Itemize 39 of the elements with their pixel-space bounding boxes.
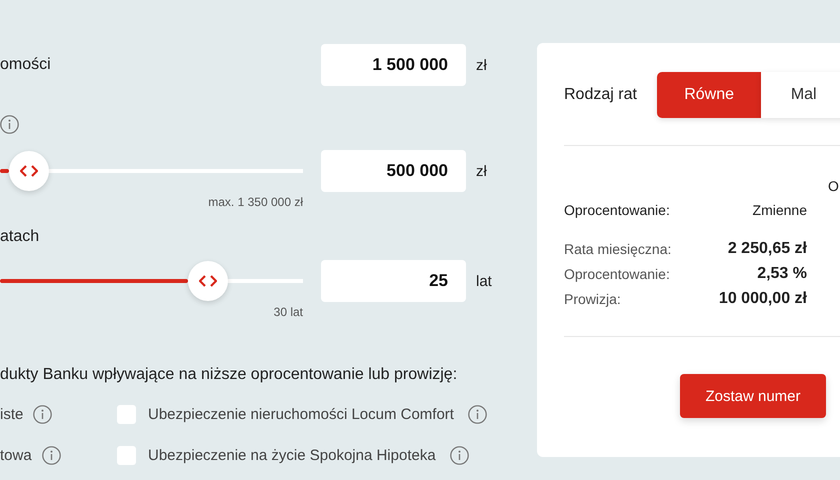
field-label: atach [0, 227, 40, 247]
option-label: Ubezpieczenie na życie Spokojna Hipoteka [148, 446, 436, 464]
chevrons-icon [20, 165, 38, 177]
row-value: 2 250,65 zł [726, 240, 807, 258]
unit-label: zł [476, 56, 487, 74]
row-label: Oprocentowanie: [564, 202, 671, 218]
info-icon[interactable] [450, 446, 469, 464]
row-label: Rata miesięczna: [564, 240, 672, 256]
input-field[interactable]: 1 500 000 [321, 44, 466, 86]
chevrons-icon [198, 275, 217, 287]
info-icon[interactable] [33, 404, 52, 424]
slider-thumb[interactable] [188, 261, 228, 301]
row-label: Prowizja: [564, 290, 622, 306]
column-header: O [827, 178, 840, 194]
checkbox[interactable] [117, 446, 136, 464]
option-label: towa [0, 446, 32, 464]
info-icon[interactable] [0, 114, 19, 134]
section-heading: dukty Banku wpływające na niższe oprocentowanie lub prowizję: [0, 365, 458, 385]
toggle-label: Rodzaj rat [564, 85, 638, 105]
slider-hint: max. 1 350 000 zł [207, 194, 303, 210]
info-icon[interactable] [42, 446, 61, 464]
slider-hint: 30 lat [272, 304, 303, 320]
checkbox[interactable] [117, 404, 136, 424]
slider-thumb[interactable] [9, 151, 50, 191]
info-icon[interactable] [468, 404, 487, 424]
unit-label: lat [476, 272, 492, 290]
toggle-option[interactable]: Równe [657, 72, 761, 118]
toggle-option[interactable]: Mal [760, 72, 840, 118]
row-label: Oprocentowanie: [564, 266, 671, 282]
input-field[interactable]: 500 000 [321, 150, 466, 192]
submit-button[interactable]: Zostaw numer [680, 374, 826, 418]
field-label: omości [0, 55, 52, 75]
unit-label: zł [476, 162, 487, 180]
input-field[interactable]: 25 [321, 260, 466, 302]
row-value: Zmienne [752, 202, 807, 218]
option-label: iste [0, 406, 24, 422]
row-value: 10 000,00 zł [718, 290, 807, 308]
option-label: Ubezpieczenie nieruchomości Locum Comfort [148, 406, 454, 422]
row-value: 2,53 % [756, 264, 807, 282]
